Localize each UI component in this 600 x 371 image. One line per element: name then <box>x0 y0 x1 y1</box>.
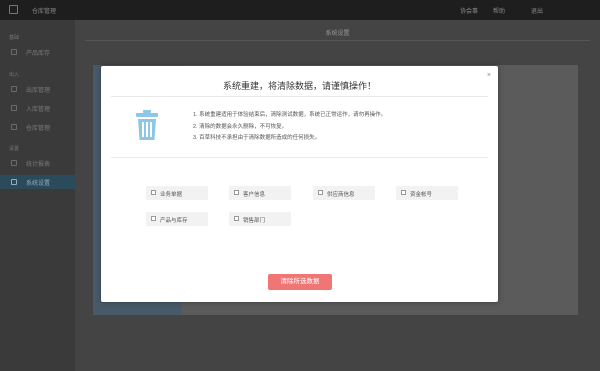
checkbox[interactable] <box>401 190 406 195</box>
app-logo-icon <box>9 5 18 14</box>
gear-icon <box>11 179 17 185</box>
close-icon[interactable]: × <box>487 72 491 79</box>
note-item: 2. 清除的数据会永久删除，不可恢复。 <box>193 123 288 130</box>
sidebar-item-product-stock[interactable]: 产品库存 <box>0 45 75 59</box>
dialog-title: 系统重建，将清除数据，请谨慎操作！ <box>222 81 376 91</box>
sidebar-item-inbound[interactable]: 入库管理 <box>0 101 75 115</box>
option-label: 供应商信息 <box>327 191 355 198</box>
trash-icon <box>136 110 158 140</box>
option-product-stock[interactable]: 产品与库存 <box>146 212 208 226</box>
option-label: 资金帐号 <box>410 191 433 198</box>
top-link-association[interactable]: 协会事 <box>460 6 478 15</box>
divider <box>111 157 488 158</box>
sidebar-item-label: 仓库管理 <box>26 126 51 132</box>
option-label: 客户信息 <box>243 191 266 198</box>
checkbox[interactable] <box>234 216 239 221</box>
divider <box>85 40 590 41</box>
box-icon <box>11 49 17 55</box>
divider <box>111 96 488 97</box>
option-supplier-info[interactable]: 供应商信息 <box>313 186 375 200</box>
sidebar-group-title: 设置 <box>9 146 20 152</box>
checkbox[interactable] <box>151 190 156 195</box>
option-label: 业务单据 <box>160 191 183 198</box>
sidebar: 基础 产品库存 出入 出库管理 入库管理 仓库管理 设置 统计报表 系统设置 <box>0 20 75 371</box>
checkbox[interactable] <box>151 216 156 221</box>
sidebar-item-label: 入库管理 <box>26 107 51 113</box>
sidebar-item-system-settings[interactable]: 系统设置 <box>0 175 75 189</box>
notes-list: 1. 系统重建适用于体验结束后，清除测试数据，系统已正常运作，请勿再操作。 2.… <box>193 110 386 145</box>
chart-icon <box>11 160 17 166</box>
checkbox[interactable] <box>318 190 323 195</box>
rebuild-dialog: 系统重建，将清除数据，请谨慎操作！ × 1. 系统重建适用于体验结束后，清除测试… <box>101 66 498 302</box>
note-item: 3. 百草科技不承担由于清除数据所造成的任何损失。 <box>193 135 321 141</box>
sidebar-item-reports[interactable]: 统计报表 <box>0 156 75 170</box>
option-label: 产品与库存 <box>160 217 188 224</box>
option-fund-account[interactable]: 资金帐号 <box>396 186 458 200</box>
top-link-logout[interactable]: 退出 <box>531 6 543 15</box>
top-bar: 仓库管理 协会事 帮助 退出 <box>0 0 600 20</box>
top-link-help[interactable]: 帮助 <box>493 6 505 15</box>
sidebar-item-label: 出库管理 <box>26 88 51 94</box>
inbound-icon <box>11 105 17 111</box>
warehouse-icon <box>11 124 17 130</box>
option-business-docs[interactable]: 业务单据 <box>146 186 208 200</box>
page-title: 系统设置 <box>325 31 350 37</box>
note-item: 1. 系统重建适用于体验结束后，清除测试数据，系统已正常运作，请勿再操作。 <box>193 112 387 118</box>
option-customer-info[interactable]: 客户信息 <box>229 186 291 200</box>
app-title: 仓库管理 <box>32 9 57 15</box>
sidebar-item-label: 产品库存 <box>26 51 51 57</box>
sidebar-item-label: 统计报表 <box>26 162 51 168</box>
sidebar-group-title: 出入 <box>9 72 20 78</box>
option-label: 销售部门 <box>243 217 266 224</box>
sidebar-group-title: 基础 <box>9 35 20 41</box>
outbound-icon <box>11 86 17 92</box>
checkbox[interactable] <box>234 190 239 195</box>
sidebar-item-label: 系统设置 <box>26 181 51 187</box>
clear-selected-button[interactable]: 清除所选数据 <box>268 274 332 290</box>
sidebar-item-outbound[interactable]: 出库管理 <box>0 82 75 96</box>
sidebar-item-warehouse[interactable]: 仓库管理 <box>0 120 75 134</box>
option-sales-dept[interactable]: 销售部门 <box>229 212 291 226</box>
